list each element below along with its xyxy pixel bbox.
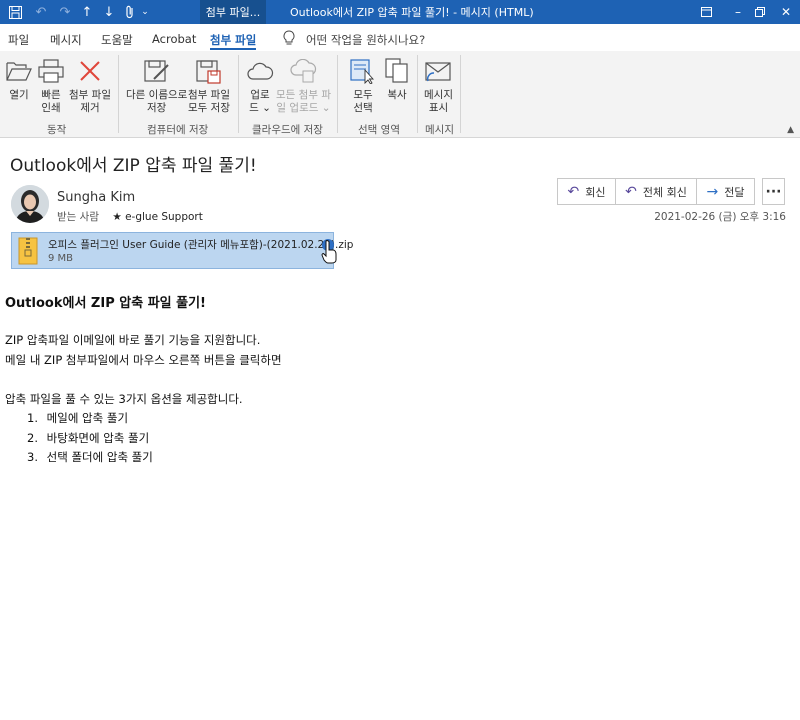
upload-all-attachments-button[interactable]: 모든 첨부 파 일 업로드 ⌄ — [276, 57, 331, 115]
received-datetime: 2021-02-26 (금) 오후 3:16 — [654, 211, 786, 223]
list-item: 1. 메일에 압축 풀기 — [27, 411, 129, 425]
undo-icon[interactable]: ↶ — [32, 0, 50, 24]
window-title: Outlook에서 ZIP 압축 파일 풀기! - 메시지 (HTML) — [290, 6, 534, 19]
tab-message[interactable]: 메시지 — [50, 32, 82, 48]
save-as-button[interactable]: 다른 이름으로 저장 — [126, 57, 187, 115]
customize-icon[interactable]: ⌄ — [139, 0, 151, 24]
tab-attachment[interactable]: 첨부 파일 — [210, 32, 256, 48]
body-paragraph-line: 메일 내 ZIP 첨부파일에서 마우스 오른쪽 버튼을 클릭하면 — [5, 353, 282, 367]
context-tab-attachment[interactable]: 첨부 파일... — [200, 0, 266, 24]
select-all-label: 모두 선택 — [353, 89, 373, 114]
save-as-icon — [143, 57, 171, 85]
list-item-text: 바탕화면에 압축 풀기 — [46, 431, 150, 445]
upload-button[interactable]: 업로 드 ⌄ — [246, 57, 274, 115]
attachment-name: 오피스 플러그인 User Guide (관리자 메뉴포함)-(2021.02.… — [48, 239, 354, 251]
list-item-text: 선택 폴더에 압축 풀기 — [46, 450, 153, 464]
ribbon-display-icon[interactable] — [690, 0, 722, 24]
avatar — [11, 185, 49, 223]
sender-name[interactable]: Sungha Kim — [57, 190, 135, 205]
reply-all-button[interactable]: ↶ 전체 회신 — [616, 179, 697, 204]
open-button[interactable]: 열기 — [5, 57, 33, 102]
cloud-icon — [246, 57, 274, 85]
remove-attachment-button[interactable]: 첨부 파일 제거 — [69, 57, 111, 115]
attachment-size: 9 MB — [48, 253, 74, 264]
tab-acrobat[interactable]: Acrobat — [152, 32, 196, 46]
message-subject: Outlook에서 ZIP 압축 파일 풀기! — [10, 156, 257, 176]
group-label-message: 메시지 — [425, 124, 454, 136]
zip-file-icon — [18, 237, 38, 265]
to-label: 받는 사람 — [57, 211, 99, 223]
save-as-label: 다른 이름으로 저장 — [126, 89, 188, 114]
forward-button[interactable]: → 전달 — [697, 179, 754, 204]
tab-help[interactable]: 도움말 — [101, 32, 133, 48]
open-label: 열기 — [9, 89, 29, 101]
group-label-save-to-cloud: 클라우드에 저장 — [252, 124, 323, 136]
copy-label: 복사 — [387, 89, 407, 101]
quick-print-button[interactable]: 빠른 인쇄 — [37, 57, 65, 115]
reply-all-label: 전체 회신 — [642, 185, 687, 199]
collapse-ribbon-icon[interactable]: ▲ — [787, 125, 794, 135]
lightbulb-icon — [283, 30, 295, 45]
attachment-item[interactable]: 오피스 플러그인 User Guide (관리자 메뉴포함)-(2021.02.… — [11, 232, 353, 269]
copy-icon — [383, 57, 411, 85]
body-heading: Outlook에서 ZIP 압축 파일 풀기! — [5, 296, 206, 311]
quick-print-label: 빠른 인쇄 — [41, 89, 61, 114]
reply-button[interactable]: ↶ 회신 — [558, 179, 616, 204]
mouse-cursor-icon — [321, 240, 337, 264]
save-all-icon — [195, 57, 223, 85]
group-separator — [417, 55, 418, 133]
group-separator — [118, 55, 119, 133]
tab-file[interactable]: 파일 — [8, 32, 29, 48]
upload-all-label: 모든 첨부 파 일 업로드 ⌄ — [276, 89, 331, 114]
show-message-button[interactable]: 메시지 표시 — [424, 57, 453, 115]
body-paragraph-line: ZIP 압축파일 이메일에 바로 풀기 기능을 지원합니다. — [5, 333, 261, 347]
active-tab-indicator — [210, 48, 256, 50]
group-separator — [238, 55, 239, 133]
select-all-button[interactable]: 모두 선택 — [349, 57, 377, 115]
recipient-name[interactable]: ★ e-glue Support — [112, 211, 203, 223]
reply-actions: ↶ 회신 ↶ 전체 회신 → 전달 — [557, 178, 755, 205]
more-actions-button[interactable]: ··· — [762, 178, 785, 205]
select-all-icon — [349, 57, 377, 85]
folder-open-icon — [5, 57, 33, 85]
reply-all-icon: ↶ — [625, 183, 637, 200]
group-separator — [460, 55, 461, 133]
ribbon: 열기 빠른 인쇄 첨부 파일 제거 동작 다른 이름으로 저장 첨부 파일 모두… — [0, 51, 800, 138]
forward-icon: → — [706, 183, 719, 200]
cloud-save-icon — [289, 57, 317, 85]
redo-icon[interactable]: ↷ — [56, 0, 74, 24]
envelope-icon — [424, 57, 452, 85]
arrow-down-icon[interactable]: ↓ — [100, 0, 118, 24]
group-label-selection: 선택 영역 — [358, 124, 400, 136]
reply-label: 회신 — [585, 185, 606, 199]
tell-me-input[interactable]: 어떤 작업을 원하시나요? — [306, 32, 425, 48]
remove-x-icon — [76, 57, 104, 85]
list-item: 3. 선택 폴더에 압축 풀기 — [27, 450, 153, 464]
save-all-label: 첨부 파일 모두 저장 — [188, 89, 230, 114]
paperclip-icon[interactable] — [121, 0, 139, 24]
show-message-label: 메시지 표시 — [424, 89, 453, 114]
reply-icon: ↶ — [567, 183, 580, 200]
group-label-actions: 동작 — [47, 124, 67, 136]
recipient-line: 받는 사람 ★ e-glue Support — [57, 209, 203, 224]
forward-label: 전달 — [724, 185, 745, 199]
save-all-attachments-button[interactable]: 첨부 파일 모두 저장 — [188, 57, 230, 115]
group-separator — [337, 55, 338, 133]
title-bar: ↶ ↷ ↑ ↓ ⌄ 첨부 파일... Outlook에서 ZIP 압축 파일 풀… — [0, 0, 800, 24]
list-item: 2. 바탕화면에 압축 풀기 — [27, 431, 150, 445]
arrow-up-icon[interactable]: ↑ — [78, 0, 96, 24]
group-label-save-to-computer: 컴퓨터에 저장 — [147, 124, 209, 136]
printer-icon — [37, 57, 65, 85]
save-icon[interactable] — [6, 0, 24, 24]
close-icon[interactable]: ✕ — [772, 0, 800, 24]
body-intro: 압축 파일을 풀 수 있는 3가지 옵션을 제공합니다. — [5, 392, 243, 406]
upload-label: 업로 드 ⌄ — [249, 89, 271, 114]
list-item-text: 메일에 압축 풀기 — [46, 411, 129, 425]
copy-button[interactable]: 복사 — [383, 57, 411, 102]
remove-attachment-label: 첨부 파일 제거 — [69, 89, 111, 114]
